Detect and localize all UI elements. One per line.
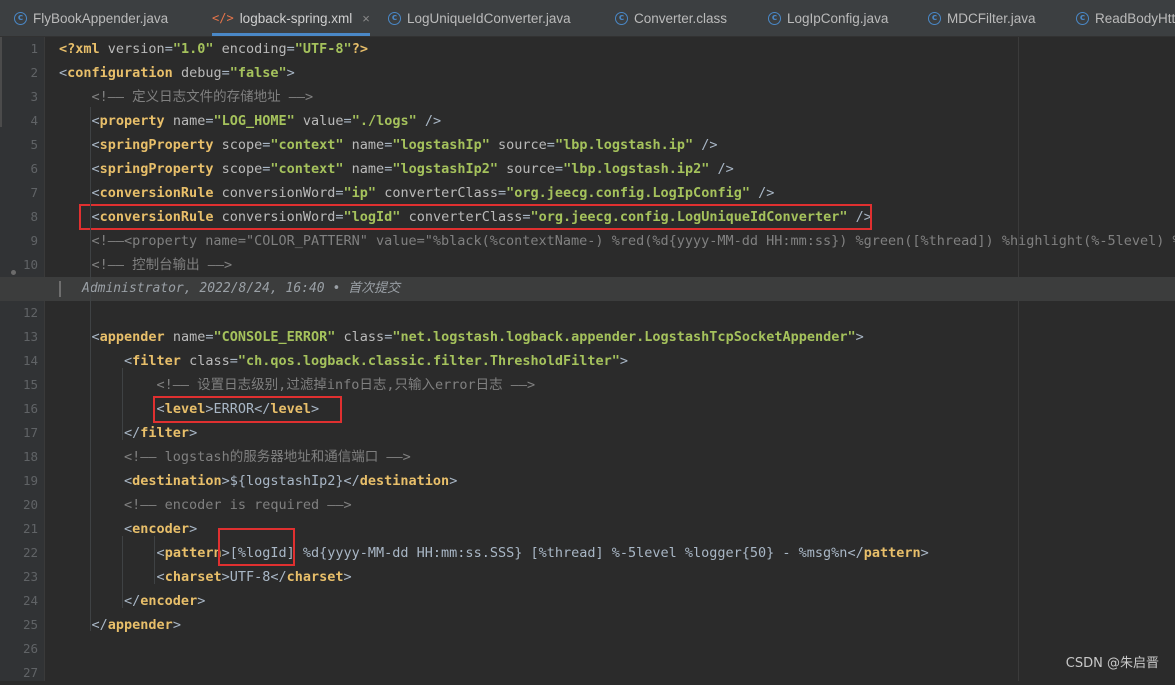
code-line[interactable]: <!——<property name="COLOR_PATTERN" value… [59,229,1175,253]
line-number: 20 [22,497,38,512]
code-line[interactable]: <conversionRule conversionWord="ip" conv… [59,181,775,205]
tab-label: logback-spring.xml [239,10,353,26]
code-line[interactable]: <springProperty scope="context" name="lo… [59,133,718,157]
line-number: 24 [22,593,38,608]
line-number: 12 [22,305,38,320]
c-class-icon: c [14,11,27,25]
line-number: 16 [22,401,38,416]
line-number: 13 [22,329,38,344]
line-number: 5 [30,137,38,152]
code-line[interactable]: <!—— 设置日志级别,过滤掉info日志,只输入error日志 ——> [59,373,536,397]
code-line[interactable]: <!—— 控制台输出 ——> [59,253,233,277]
tab-label: MDCFilter.java [947,10,1036,26]
line-number: 14 [22,353,38,368]
tab-label: Converter.class [634,10,728,26]
code-line[interactable]: <!—— 定义日志文件的存储地址 ——> [59,85,314,109]
code-line[interactable]: <destination>${logstashIp2}</destination… [59,469,457,493]
gutter-separator [44,37,45,681]
line-number: 1 [30,41,38,56]
line-number: 22 [22,545,38,560]
code-line[interactable]: </appender> [59,613,181,637]
git-blame-annotation: Administrator, 2022/8/24, 16:40 • 首次提交 [0,277,1175,301]
highlight-box-conversion-rule [79,204,872,230]
code-line[interactable]: </filter> [59,421,197,445]
code-line[interactable]: <appender name="CONSOLE_ERROR" class="ne… [59,325,864,349]
code-line[interactable]: <configuration debug="false"> [59,61,295,85]
blame-bar [59,281,61,297]
line-number: 21 [22,521,38,536]
c-class-icon: c [1076,11,1089,25]
tab-logback-spring-xml[interactable]: </> logback-spring.xml × [212,0,370,36]
line-number: 18 [22,449,38,464]
code-line[interactable]: <!—— logstash的服务器地址和通信端口 ——> [59,445,411,469]
line-number: 4 [30,113,38,128]
code-line[interactable]: <filter class="ch.qos.logback.classic.fi… [59,349,628,373]
code-editor[interactable]: 1 2 3 4 5 6 7 8 9 10 12 13 14 15 16 17 18 19 20 21 22 23 24 25 2… [0,37,1175,681]
line-number: 15 [22,377,38,392]
active-tab-indicator [212,33,370,36]
line-number: 8 [30,209,38,224]
tab-logipconfig-java[interactable]: c LogIpConfig.java [768,0,888,36]
tab-label: ReadBodyHtt [1095,10,1175,26]
line-number: 27 [22,665,38,680]
tab-label: FlyBookAppender.java [33,10,169,26]
tab-readbodyhtt[interactable]: c ReadBodyHtt [1076,0,1175,36]
blame-text: Administrator, 2022/8/24, 16:40 • 首次提交 [82,281,401,296]
c-class-icon: c [928,11,941,25]
highlight-box-level [153,396,342,423]
code-line[interactable]: <pattern>[%logId] %d{yyyy-MM-dd HH:mm:ss… [59,541,929,565]
tab-converter-class[interactable]: c Converter.class [615,0,727,36]
xml-file-icon: </> [212,11,234,25]
code-line[interactable]: <encoder> [59,517,197,541]
line-number: 7 [30,185,38,200]
line-number: 10 [22,257,38,272]
watermark: CSDN @朱启晋 [1065,656,1159,671]
code-line[interactable]: <?xml version="1.0" encoding="UTF-8"?> [59,37,368,61]
right-margin-guide [1018,37,1019,681]
fold-marker-icon[interactable] [11,270,16,275]
code-line[interactable]: <!—— encoder is required ——> [59,493,352,517]
line-number-gutter: 1 2 3 4 5 6 7 8 9 10 12 13 14 15 16 17 18 19 20 21 22 23 24 25 2… [0,37,44,681]
code-line[interactable]: </encoder> [59,589,205,613]
tab-flybookappender-java[interactable]: c FlyBookAppender.java [14,0,168,36]
line-number: 19 [22,473,38,488]
indent-guide [122,368,123,440]
c-class-icon: c [768,11,781,25]
line-number: 9 [30,233,38,248]
line-number: 26 [22,641,38,656]
highlight-box-logid-pattern [218,528,295,566]
line-number: 2 [30,65,38,80]
code-line[interactable]: <property name="LOG_HOME" value="./logs"… [59,109,442,133]
line-number: 23 [22,569,38,584]
tab-label: LogIpConfig.java [787,10,889,26]
tab-label: LogUniqueIdConverter.java [407,10,571,26]
indent-guide [90,107,91,347]
tab-mdcfilter-java[interactable]: c MDCFilter.java [928,0,1036,36]
code-line[interactable]: <charset>UTF-8</charset> [59,565,352,589]
indent-guide [122,536,123,608]
close-icon[interactable]: × [362,11,370,26]
c-class-icon: c [388,11,401,25]
c-class-icon: c [615,11,628,25]
tab-loguniqueidconverter-java[interactable]: c LogUniqueIdConverter.java [388,0,571,36]
line-number: 3 [30,89,38,104]
line-number: 25 [22,617,38,632]
indent-guide [90,343,91,631]
editor-tab-bar: c FlyBookAppender.java </> logback-spring.x… [0,0,1175,37]
indent-guide [154,536,155,584]
line-number: 17 [22,425,38,440]
code-line[interactable]: <springProperty scope="context" name="lo… [59,157,734,181]
line-number: 6 [30,161,38,176]
